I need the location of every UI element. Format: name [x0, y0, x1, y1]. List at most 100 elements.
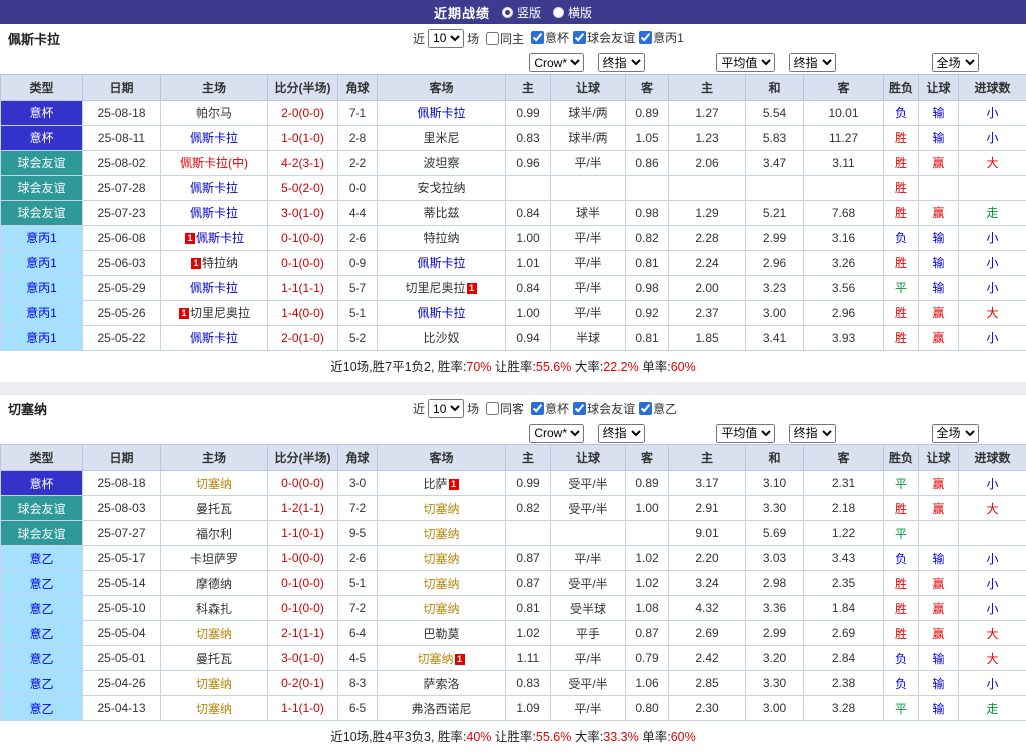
- match-count-select[interactable]: 10: [428, 399, 464, 418]
- league-filter-checkbox[interactable]: [573, 31, 586, 44]
- average-select[interactable]: 平均值: [716, 53, 775, 72]
- team-link[interactable]: 佩斯卡拉: [196, 231, 244, 245]
- league-filter-checkbox[interactable]: [531, 31, 544, 44]
- team-link[interactable]: 特拉纳: [423, 231, 459, 245]
- team-link[interactable]: 安戈拉纳: [417, 181, 465, 195]
- col-handicap-result: 让球: [919, 74, 959, 100]
- date-cell: 25-06-08: [83, 225, 161, 250]
- league-filter[interactable]: 球会友谊: [569, 29, 635, 46]
- team-name: 切塞纳: [8, 399, 47, 418]
- league-filter[interactable]: 意杯: [527, 400, 569, 417]
- scope-select[interactable]: 全场: [932, 53, 979, 72]
- team-link[interactable]: 切塞纳: [423, 577, 459, 591]
- team-link[interactable]: 切塞纳: [423, 527, 459, 541]
- league-filter[interactable]: 意乙: [635, 400, 677, 417]
- team-link[interactable]: 切里尼奥拉: [190, 306, 250, 320]
- team-link[interactable]: 佩斯卡拉: [190, 331, 238, 345]
- home-team-cell: 切塞纳: [161, 671, 268, 696]
- league-filter[interactable]: 意杯: [527, 29, 569, 46]
- euro-away-odds-cell: 1.84: [804, 596, 884, 621]
- bookmaker-time-select[interactable]: 终指: [598, 424, 645, 443]
- radio-icon[interactable]: [502, 7, 513, 18]
- team-link[interactable]: 切塞纳: [196, 677, 232, 691]
- team-link[interactable]: 里米尼: [423, 131, 459, 145]
- team-link[interactable]: 佩斯卡拉(中): [180, 156, 248, 170]
- scope-select[interactable]: 全场: [932, 424, 979, 443]
- league-filter[interactable]: 意丙1: [635, 29, 684, 46]
- same-venue-filter[interactable]: 同客: [482, 400, 524, 417]
- league-filter-checkbox[interactable]: [573, 402, 586, 415]
- team-link[interactable]: 曼托瓦: [196, 652, 232, 666]
- euro-odds-controls: 平均值 终指: [669, 423, 884, 445]
- result-cell: 平: [884, 696, 919, 721]
- team-link[interactable]: 切塞纳: [196, 702, 232, 716]
- team-link[interactable]: 切塞纳: [196, 627, 232, 641]
- team-link[interactable]: 切塞纳: [423, 502, 459, 516]
- result-cell: 平: [884, 471, 919, 496]
- bookmaker-select[interactable]: Crow*: [529, 53, 584, 72]
- euro-home-odds-cell: 9.01: [669, 521, 746, 546]
- team-link[interactable]: 切塞纳: [196, 477, 232, 491]
- team-link[interactable]: 波坦察: [423, 156, 459, 170]
- same-venue-checkbox[interactable]: [486, 402, 499, 415]
- match-count-select[interactable]: 10: [428, 29, 464, 48]
- home-team-cell: 福尔利: [161, 521, 268, 546]
- team-link[interactable]: 佩斯卡拉: [190, 206, 238, 220]
- asia-home-odds-cell: 1.09: [506, 696, 551, 721]
- league-type-cell: 球会友谊: [1, 150, 83, 175]
- team-link[interactable]: 佩斯卡拉: [190, 181, 238, 195]
- team-link[interactable]: 比沙奴: [423, 331, 459, 345]
- team-link[interactable]: 佩斯卡拉: [190, 131, 238, 145]
- view-option-horizontal[interactable]: 横版: [553, 4, 592, 21]
- average-select[interactable]: 平均值: [716, 424, 775, 443]
- bookmaker-select[interactable]: Crow*: [529, 424, 584, 443]
- team-link[interactable]: 帕尔马: [196, 106, 232, 120]
- team-link[interactable]: 巴勒莫: [423, 627, 459, 641]
- team-link[interactable]: 切里尼奥拉: [405, 281, 465, 295]
- col-asia-away: 客: [626, 74, 669, 100]
- team-link[interactable]: 比萨: [423, 477, 447, 491]
- league-type-cell: 球会友谊: [1, 200, 83, 225]
- euro-draw-odds-cell: 5.21: [746, 200, 804, 225]
- team-link[interactable]: 福尔利: [196, 527, 232, 541]
- league-filter-checkbox[interactable]: [531, 402, 544, 415]
- average-time-select[interactable]: 终指: [789, 424, 836, 443]
- radio-icon[interactable]: [553, 7, 564, 18]
- team-link[interactable]: 切塞纳: [423, 552, 459, 566]
- league-filter[interactable]: 球会友谊: [569, 400, 635, 417]
- team-link[interactable]: 佩斯卡拉: [190, 281, 238, 295]
- asia-handicap-cell: 受平/半: [551, 571, 626, 596]
- team-link[interactable]: 佩斯卡拉: [417, 106, 465, 120]
- team-link[interactable]: 蒂比兹: [423, 206, 459, 220]
- team-link[interactable]: 佩斯卡拉: [417, 256, 465, 270]
- same-venue-filter[interactable]: 同主: [482, 30, 524, 47]
- team-link[interactable]: 曼托瓦: [196, 502, 232, 516]
- handicap-result-cell: 赢: [919, 621, 959, 646]
- score-cell: 0-1(0-0): [268, 225, 338, 250]
- euro-away-odds-cell: 2.18: [804, 496, 884, 521]
- same-venue-checkbox[interactable]: [486, 32, 499, 45]
- team-link[interactable]: 卡坦萨罗: [190, 552, 238, 566]
- team-link[interactable]: 萨索洛: [423, 677, 459, 691]
- handicap-result-cell: 赢: [919, 596, 959, 621]
- euro-away-odds-cell: 3.93: [804, 325, 884, 350]
- team-link[interactable]: 科森扎: [196, 602, 232, 616]
- bookmaker-time-select[interactable]: 终指: [598, 53, 645, 72]
- team-link[interactable]: 切塞纳: [417, 652, 453, 666]
- average-time-select[interactable]: 终指: [789, 53, 836, 72]
- col-type: 类型: [1, 74, 83, 100]
- col-euro-away: 客: [804, 445, 884, 471]
- team-link[interactable]: 切塞纳: [423, 602, 459, 616]
- team-link[interactable]: 摩德纳: [196, 577, 232, 591]
- view-option-vertical[interactable]: 竖版: [502, 4, 541, 21]
- team-link[interactable]: 特拉纳: [202, 256, 238, 270]
- goals-result-cell: [959, 521, 1026, 546]
- summary-segment: 让胜率:: [491, 730, 535, 744]
- odds-controls-row: Crow* 终指 平均值 终指 全场: [1, 52, 1026, 74]
- team-link[interactable]: 弗洛西诺尼: [411, 702, 471, 716]
- league-filter-checkbox[interactable]: [639, 402, 652, 415]
- asia-away-odds-cell: 0.98: [626, 200, 669, 225]
- match-row: 意乙25-05-04切塞纳2-1(1-1)6-4巴勒莫1.02平手0.872.6…: [1, 621, 1026, 646]
- league-filter-checkbox[interactable]: [639, 31, 652, 44]
- team-link[interactable]: 佩斯卡拉: [417, 306, 465, 320]
